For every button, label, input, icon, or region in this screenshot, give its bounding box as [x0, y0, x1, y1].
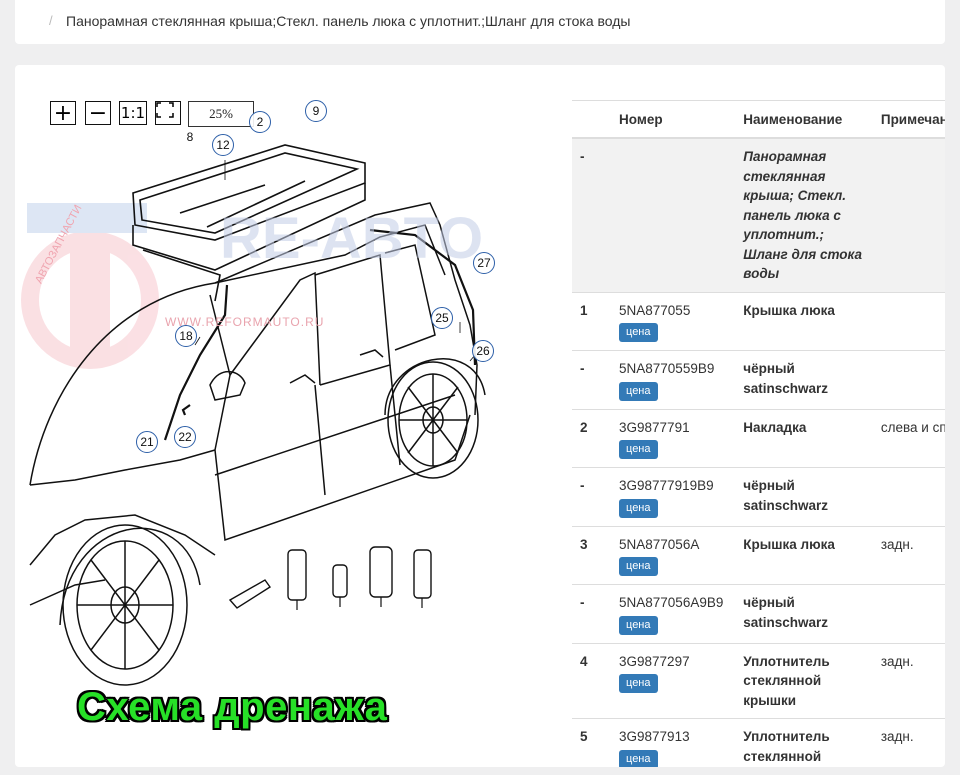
- row-number-cell: [611, 137, 736, 292]
- row-note: задн.: [872, 525, 945, 585]
- parts-table-container[interactable]: Номер Наименование Примечание -Панорамна…: [572, 100, 945, 767]
- watermark-brand: RE-ABTO: [220, 206, 484, 271]
- car-drawing: [21, 111, 486, 686]
- callout-22[interactable]: 22: [174, 426, 196, 448]
- price-button[interactable]: цена: [619, 498, 658, 518]
- fit-screen-button[interactable]: [155, 101, 181, 125]
- parts-table: Номер Наименование Примечание -Панорамна…: [572, 100, 945, 767]
- row-position: -: [572, 350, 612, 409]
- row-note: [872, 137, 945, 292]
- zoom-level-display: 25%: [188, 101, 254, 127]
- row-name: Уплотнитель стеклянной крышки: [735, 642, 873, 719]
- row-name: Уплотнитель стеклянной: [735, 718, 873, 767]
- part-number[interactable]: 3G9877297: [619, 652, 727, 672]
- row-position: -: [572, 467, 612, 526]
- price-button[interactable]: цена: [619, 557, 658, 576]
- price-button[interactable]: цена: [619, 674, 658, 693]
- callout-27[interactable]: 27: [473, 252, 495, 274]
- column-header-number: Номер: [611, 100, 736, 139]
- row-number-cell: 5NA877056A цена: [611, 525, 736, 585]
- row-name: чёрный satinschwarz: [735, 350, 873, 409]
- row-position: 1: [572, 291, 612, 351]
- table-row[interactable]: 1 5NA877055 цена Крышка люка: [572, 291, 945, 351]
- row-number-cell: 3G98777919B9 цена: [611, 467, 736, 526]
- table-row[interactable]: - Панорамная стеклянная крыша; Стекл. пан…: [572, 137, 945, 292]
- part-number[interactable]: 3G9877913: [619, 727, 727, 747]
- row-note: [872, 467, 945, 526]
- diagram-caption: Схема дренажа: [77, 685, 388, 729]
- callout-18[interactable]: 18: [175, 325, 197, 347]
- part-number[interactable]: 3G98777919B9: [619, 476, 727, 496]
- callout-21[interactable]: 21: [136, 431, 158, 453]
- breadcrumb-current: Панорамная стеклянная крыша;Стекл. панел…: [66, 13, 631, 29]
- row-name: чёрный satinschwarz: [735, 584, 873, 643]
- table-row[interactable]: 3 5NA877056A цена Крышка люка задн.: [572, 525, 945, 585]
- part-number[interactable]: 5NA877056A9B9: [619, 593, 727, 613]
- callout-8[interactable]: 8: [179, 127, 201, 149]
- parts-panel: WWW.REFORMAUTO.RU RE-ABTO АВТОЗАПЧАСТИ +…: [15, 65, 945, 767]
- price-button[interactable]: цена: [619, 381, 658, 401]
- row-name: чёрный satinschwarz: [735, 467, 873, 526]
- fit-screen-icon: [156, 102, 174, 118]
- row-note: [872, 350, 945, 409]
- row-number-cell: 5NA877056A9B9 цена: [611, 584, 736, 643]
- zoom-out-button[interactable]: −: [85, 101, 111, 126]
- row-number-cell: 3G9877913 цена: [611, 718, 736, 767]
- table-row[interactable]: 5 3G9877913 цена Уплотнитель стеклянной задн…: [572, 718, 945, 767]
- row-note: слева и справа: [872, 408, 945, 468]
- row-name: Панорамная стеклянная крыша; Стекл. пане…: [735, 137, 873, 292]
- callout-2[interactable]: 2: [249, 111, 271, 133]
- part-number[interactable]: 3G9877791: [619, 418, 727, 438]
- row-number-cell: 3G9877791 цена: [611, 408, 736, 468]
- price-button[interactable]: цена: [619, 323, 658, 342]
- row-number-cell: 5NA877055 цена: [611, 291, 736, 351]
- table-header-row: Номер Наименование Примечание: [572, 100, 945, 139]
- price-button[interactable]: цена: [619, 749, 658, 767]
- column-header-note: Примечание: [872, 100, 945, 139]
- row-position: 2: [572, 408, 612, 468]
- parts-table-body: - Панорамная стеклянная крыша; Стекл. пан…: [572, 137, 945, 767]
- table-row[interactable]: -5NA877056A9B9 цена чёрный satinschwarz: [572, 584, 945, 643]
- row-note: задн.: [872, 642, 945, 719]
- table-row[interactable]: 4 3G9877297 цена Уплотнитель стеклянной кры…: [572, 642, 945, 719]
- column-header-pos: [572, 100, 612, 139]
- part-number[interactable]: 5NA8770559B9: [619, 359, 727, 379]
- parts-diagram[interactable]: WWW.REFORMAUTO.RU RE-ABTO АВТОЗАПЧАСТИ +…: [15, 65, 565, 767]
- row-position: 4: [572, 642, 612, 719]
- row-position: -: [572, 584, 612, 643]
- callout-25[interactable]: 25: [431, 307, 453, 329]
- callout-9[interactable]: 9: [305, 100, 327, 122]
- row-position: -: [572, 137, 612, 292]
- row-note: [872, 584, 945, 643]
- price-button[interactable]: цена: [619, 440, 658, 459]
- part-number[interactable]: 5NA877055: [619, 301, 727, 321]
- actual-size-button[interactable]: 1:1: [119, 101, 147, 125]
- table-row[interactable]: -5NA8770559B9 цена чёрный satinschwarz: [572, 350, 945, 409]
- row-position: 3: [572, 525, 612, 585]
- row-note: задн.: [872, 718, 945, 767]
- part-number[interactable]: 5NA877056A: [619, 535, 727, 555]
- row-number-cell: 5NA8770559B9 цена: [611, 350, 736, 409]
- row-name: Накладка: [735, 408, 873, 468]
- price-button[interactable]: цена: [619, 615, 658, 635]
- table-row[interactable]: 2 3G9877791 цена Накладкаслева и справа: [572, 408, 945, 468]
- row-position: 5: [572, 718, 612, 767]
- breadcrumb-separator: /: [49, 13, 53, 28]
- breadcrumb: / Панорамная стеклянная крыша;Стекл. пан…: [15, 0, 945, 44]
- row-number-cell: 3G9877297 цена: [611, 642, 736, 719]
- row-note: [872, 291, 945, 351]
- row-name: Крышка люка: [735, 525, 873, 585]
- callout-12[interactable]: 12: [212, 134, 234, 156]
- table-row[interactable]: -3G98777919B9 цена чёрный satinschwarz: [572, 467, 945, 526]
- column-header-name: Наименование: [735, 100, 873, 139]
- zoom-in-button[interactable]: +: [50, 101, 76, 126]
- row-name: Крышка люка: [735, 291, 873, 351]
- callout-26[interactable]: 26: [472, 340, 494, 362]
